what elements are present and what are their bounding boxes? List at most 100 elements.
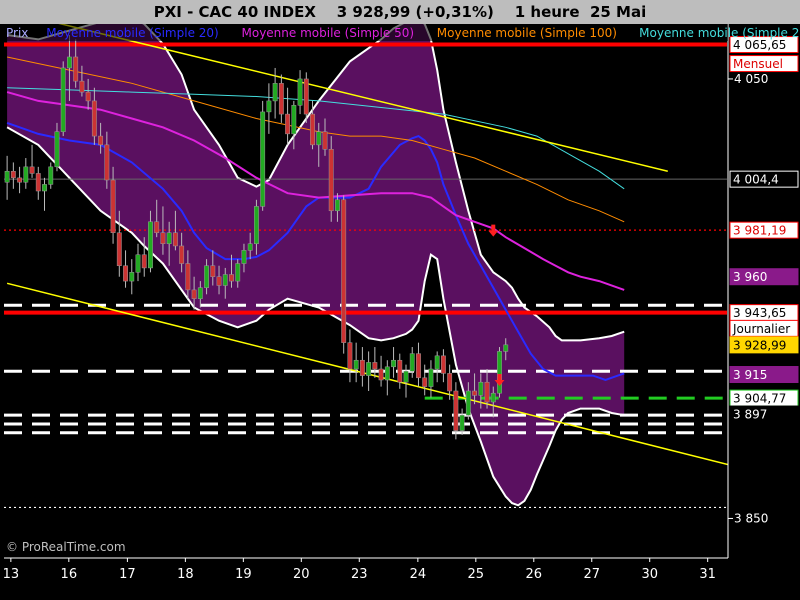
candle-54 <box>341 195 347 354</box>
candle-body <box>397 359 403 383</box>
candle-body <box>210 265 216 277</box>
legend: Prix Moyenne mobile (Simple 20) Moyenne mo… <box>0 24 800 41</box>
candle-body <box>135 254 141 273</box>
y-tick-label-1: 3 850 <box>734 511 768 525</box>
candle-9 <box>60 61 66 137</box>
candle-body <box>4 170 10 183</box>
axis-panel <box>728 24 800 560</box>
candle-body <box>104 144 110 181</box>
candle-body <box>191 289 197 299</box>
candle-body <box>278 83 284 115</box>
candle-body <box>197 287 203 299</box>
candle-body <box>160 232 166 245</box>
x-tick-label-1: 16 <box>61 567 78 582</box>
candle-body <box>453 390 459 431</box>
y-tick-label-0: 4 050 <box>734 72 768 86</box>
legend-entry-4: Moyenne mobile (Simple 200) <box>639 26 800 40</box>
candle-body <box>384 366 390 381</box>
candle-body <box>465 390 471 416</box>
price-tag-text: 3 928,99 <box>733 338 786 352</box>
candle-body <box>322 131 328 150</box>
candle-body <box>359 359 365 376</box>
candle-body <box>67 56 72 69</box>
candle-body <box>416 353 421 379</box>
candle-body <box>503 344 509 352</box>
candle-body <box>409 353 415 372</box>
x-tick-label-11: 30 <box>641 567 658 582</box>
candle-body <box>98 135 104 146</box>
candle-body <box>141 254 147 269</box>
candle-body <box>17 177 23 183</box>
candle-body <box>23 166 29 183</box>
title-bar: PXI - CAC 40 INDEX 3 928,99 (+0,31%) 1 h… <box>0 0 800 24</box>
x-tick-label-5: 20 <box>293 567 310 582</box>
candle-body <box>297 78 303 106</box>
price-tag-3: 3 981,19 <box>729 221 799 239</box>
price-chart[interactable]: 4 050 3 850 4 065,65 Mensuel 4 004,4 3 981,19… <box>0 24 800 600</box>
candle-body <box>490 392 496 403</box>
legend-entry-3: Moyenne mobile (Simple 100) <box>437 26 617 40</box>
candle-body <box>29 166 35 174</box>
candle-body <box>166 232 172 245</box>
candle-41 <box>260 100 266 211</box>
x-tick-label-0: 13 <box>3 567 20 582</box>
candle-body <box>73 56 79 82</box>
legend-entry-0: Prix <box>6 26 28 40</box>
candle-body <box>422 377 428 387</box>
watermark: © ProRealTime.com <box>6 540 126 554</box>
price-tag-4: 3 960 <box>729 268 799 286</box>
candle-body <box>440 355 446 374</box>
x-tick-label-8: 25 <box>468 567 485 582</box>
candle-body <box>497 351 502 394</box>
candle-body <box>48 166 54 185</box>
price-tag-6: Journalier <box>729 319 799 337</box>
price-tag-8: 3 915 <box>729 366 799 384</box>
candle-body <box>366 362 372 376</box>
candle-body <box>316 131 322 146</box>
price-tag-9: 3 904,77 <box>729 389 799 407</box>
candle-body <box>328 149 334 212</box>
candle-body <box>347 342 353 370</box>
candle-body <box>341 199 347 343</box>
candle-body <box>434 355 440 370</box>
price-tag-text: 3 960 <box>733 270 767 284</box>
candle-body <box>478 381 484 396</box>
candle-body <box>116 232 122 266</box>
price-tag-text: 3 897 <box>733 408 767 422</box>
candle-body <box>235 263 241 282</box>
candle-body <box>428 368 434 387</box>
candle-body <box>222 274 228 286</box>
x-tick-label-12: 31 <box>699 567 716 582</box>
price-tag-text: 3 904,77 <box>733 392 786 406</box>
price-tag-text: Mensuel <box>733 57 783 71</box>
candle-body <box>272 83 278 102</box>
candle-body <box>391 359 396 368</box>
price-tag-1: Mensuel <box>729 55 799 73</box>
chart-title: PXI - CAC 40 INDEX 3 928,99 (+0,31%) 1 h… <box>153 3 647 21</box>
candle-body <box>372 362 378 370</box>
price-tag-text: 4 065,65 <box>733 38 786 52</box>
candle-79 <box>497 347 502 398</box>
candle-body <box>123 265 128 282</box>
candle-body <box>403 370 409 383</box>
price-tag-text: 3 943,65 <box>733 306 786 320</box>
candle-body <box>154 221 160 234</box>
candle-body <box>54 131 60 168</box>
candle-body <box>303 78 309 115</box>
price-tag-text: 3 915 <box>733 368 767 382</box>
candle-body <box>91 100 97 137</box>
candle-body <box>353 359 359 370</box>
x-tick-label-10: 27 <box>583 567 600 582</box>
candle-body <box>247 243 253 251</box>
candle-72 <box>453 382 459 440</box>
price-tag-text: 4 004,4 <box>733 173 779 187</box>
price-axis: 4 050 3 850 4 065,65 Mensuel 4 004,4 3 981,19… <box>727 24 800 560</box>
candle-body <box>179 245 185 264</box>
price-tag-text: 3 981,19 <box>733 224 786 238</box>
candle-body <box>172 232 178 247</box>
candle-body <box>129 272 135 282</box>
candle-body <box>185 263 191 291</box>
candle-body <box>260 111 266 207</box>
price-tag-text: Journalier <box>732 322 790 336</box>
x-tick-label-3: 18 <box>177 567 194 582</box>
